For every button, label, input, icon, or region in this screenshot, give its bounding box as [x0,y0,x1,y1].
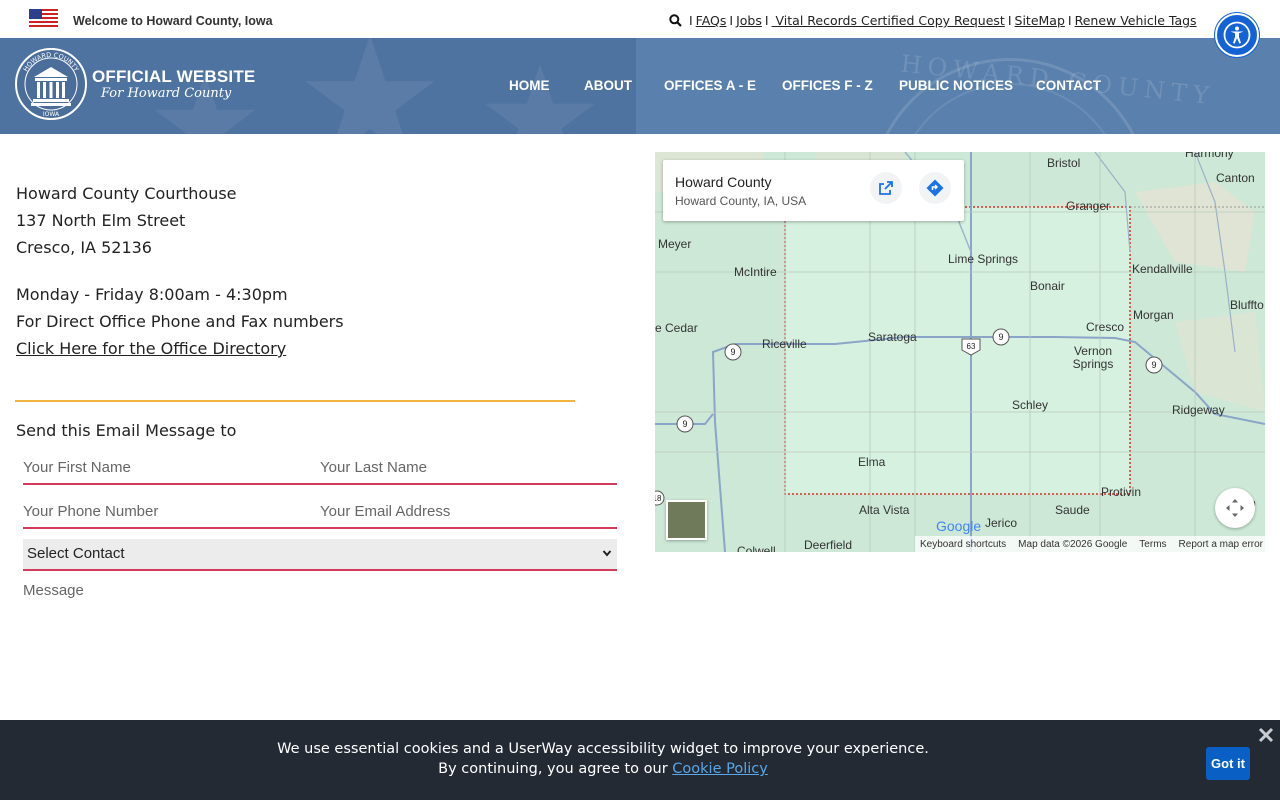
separator: I [688,13,693,28]
top-bar: Welcome to Howard County, Iowa I FAQs I Job… [0,0,1280,38]
map-place-label: Bristol [1047,156,1081,170]
map-place-label: Morgan [1133,308,1174,322]
map-place-label: Saratoga [868,330,917,344]
map-place-label: Granger [1066,199,1111,213]
address-line: Howard County Courthouse [16,184,237,203]
jobs-link[interactable]: Jobs [736,13,762,28]
map-footer: Keyboard shortcuts Map data ©2026 Google… [915,536,1265,552]
map-place-label: Protivin [1101,485,1142,499]
nav-offices-f-z[interactable]: OFFICES F - Z [782,78,873,93]
nav-home[interactable]: HOME [509,78,550,93]
contact-select-value: Select Contact [27,545,125,562]
map-place-label: Bonair [1030,279,1065,293]
separator: I [1067,13,1072,28]
separator: I [764,13,769,28]
form-heading: Send this Email Message to [16,421,237,440]
map-place-label: Kendallville [1132,262,1193,276]
map-place-label: Alta Vista [859,503,910,517]
svg-text:IOWA: IOWA [43,111,60,118]
phone-note: For Direct Office Phone and Fax numbers [16,312,344,331]
map-place-label: Saude [1055,503,1090,517]
svg-text:9: 9 [682,419,687,429]
svg-text:9: 9 [730,347,735,357]
utility-links: I FAQs I Jobs I Vital Records Certified Copy… [669,13,1197,28]
message-textarea[interactable] [23,582,617,692]
main-navigation: HOME ABOUT OFFICES A - E OFFICES F - Z P… [0,78,1280,98]
directions-button[interactable] [919,172,951,204]
external-link-icon [879,181,893,195]
cookie-message: We use essential cookies and a UserWay a… [277,741,929,757]
search-icon[interactable] [669,14,682,27]
office-directory-link[interactable]: Click Here for the Office Directory [16,339,286,358]
map-place-label: Ridgeway [1172,403,1225,417]
map-place-label: Colwell [737,544,776,552]
svg-text:9: 9 [998,332,1003,342]
separator: I [729,13,734,28]
open-in-maps-button[interactable] [870,172,902,204]
map-place-label: Meyer [658,237,692,251]
report-map-error-link[interactable]: Report a map error [1179,539,1263,550]
map-place-label: e Cedar [655,321,698,335]
svg-text:9: 9 [1151,360,1156,370]
address-line: 137 North Elm Street [16,211,186,230]
map-card-subtitle: Howard County, IA, USA [675,194,807,208]
accessibility-icon [1223,21,1251,49]
google-map[interactable]: 9 9 9 9 63 18 Bristol Harmony Canton Gra… [655,152,1265,552]
terms-link[interactable]: Terms [1139,539,1166,550]
map-place-label: Deerfield [804,538,853,552]
directions-icon [926,179,944,197]
move-arrows-icon [1226,499,1244,517]
sitemap-link[interactable]: SiteMap [1015,13,1065,28]
address-line: Cresco, IA 52136 [16,238,152,257]
office-hours: Monday - Friday 8:00am - 4:30pm [16,285,288,304]
map-place-label: Riceville [762,337,807,351]
nav-contact[interactable]: CONTACT [1036,78,1101,93]
google-logo: Google [936,518,982,534]
close-icon[interactable] [1257,726,1275,744]
svg-text:18: 18 [655,494,662,503]
map-place-label: Cresco [1086,320,1125,334]
map-place-label: Lime Springs [948,252,1019,266]
map-place-label: Elma [858,455,886,469]
got-it-button[interactable]: Got it [1206,747,1250,780]
cookie-consent-line: By continuing, you agree to our Cookie P… [0,761,1206,777]
renew-vehicle-tags-link[interactable]: Renew Vehicle Tags [1075,13,1197,28]
map-place-label: Bluffto [1230,298,1264,312]
nav-offices-a-e[interactable]: OFFICES A - E [664,78,756,93]
phone-input[interactable] [23,497,303,525]
section-divider [15,400,575,402]
map-place-card: Howard County Howard County, IA, USA [663,160,964,221]
separator: I [1007,13,1012,28]
us-flag-icon [29,9,58,29]
map-place-label: Vernon Springs [1072,344,1114,371]
vital-records-link[interactable]: Vital Records Certified Copy Request [772,13,1005,28]
chevron-down-icon [602,550,612,557]
map-data-credit: Map data ©2026 Google [1018,538,1128,550]
cookie-consent-text: By continuing, you agree to our [438,761,673,777]
map-card-title: Howard County [675,174,772,190]
header-banner: HOWARD COUNTY HOWARD COUNTY IOWA OFFICIA… [0,38,1280,134]
map-place-label: Harmony [1185,152,1234,160]
field-underline [23,483,617,485]
keyboard-shortcuts-link[interactable]: Keyboard shortcuts [920,539,1006,550]
map-place-label: Canton [1216,171,1255,185]
welcome-text: Welcome to Howard County, Iowa [73,14,273,28]
first-name-input[interactable] [23,453,303,481]
nav-public-notices[interactable]: PUBLIC NOTICES [899,78,1013,93]
nav-about[interactable]: ABOUT [584,78,632,93]
map-place-label: Jerico [985,516,1018,530]
svg-text:63: 63 [967,342,976,351]
field-underline [23,569,617,571]
cookie-banner: We use essential cookies and a UserWay a… [0,720,1280,800]
cookie-policy-link[interactable]: Cookie Policy [672,761,768,777]
map-place-label: McIntire [734,265,777,279]
map-place-label: Schley [1012,398,1049,412]
email-input[interactable] [320,497,610,525]
field-underline [23,527,617,529]
accessibility-button[interactable] [1215,13,1259,57]
last-name-input[interactable] [320,453,610,481]
satellite-view-toggle[interactable] [666,500,707,540]
map-camera-control-button[interactable] [1215,488,1255,528]
faqs-link[interactable]: FAQs [696,13,727,28]
